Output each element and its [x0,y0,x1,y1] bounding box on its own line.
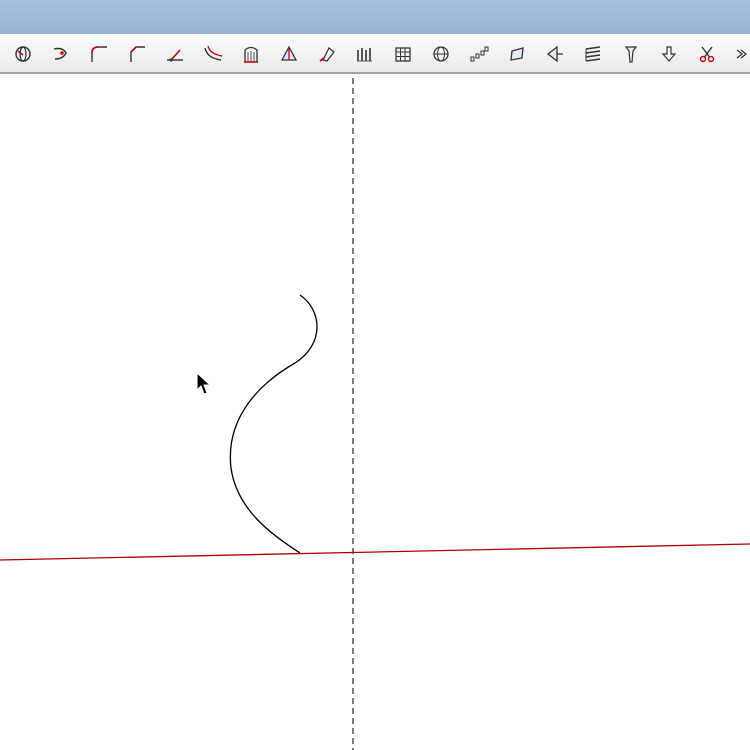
fillet-icon[interactable] [87,42,111,66]
grid-array-icon[interactable] [391,42,415,66]
window-titlebar[interactable] [0,0,750,34]
surface-icon[interactable] [505,42,529,66]
sphere-mesh-icon[interactable] [429,42,453,66]
offset-curve-icon[interactable] [201,42,225,66]
drawing-viewport[interactable] [0,76,750,750]
paint-icon[interactable] [315,42,339,66]
project-icon[interactable] [543,42,567,66]
array-icon[interactable] [353,42,377,66]
stack-icon[interactable] [581,42,605,66]
scissors-icon[interactable] [695,42,719,66]
camera-orbit-icon[interactable] [11,42,35,66]
curve-array-icon[interactable] [467,42,491,66]
extend-line-icon[interactable] [163,42,187,66]
pin-icon[interactable] [619,42,643,66]
more-tools-icon[interactable] [733,42,750,66]
drawn-curve[interactable] [229,294,318,554]
toolbar [0,34,750,74]
red-x-axis[interactable] [0,543,750,561]
chamfer-icon[interactable] [125,42,149,66]
mouse-pointer-icon [196,372,212,395]
push-down-icon[interactable] [657,42,681,66]
loft-icon[interactable] [239,42,263,66]
application-window [0,0,750,750]
look-around-icon[interactable] [49,42,73,66]
scene-canvas [0,78,750,750]
sweep-icon[interactable] [277,42,301,66]
